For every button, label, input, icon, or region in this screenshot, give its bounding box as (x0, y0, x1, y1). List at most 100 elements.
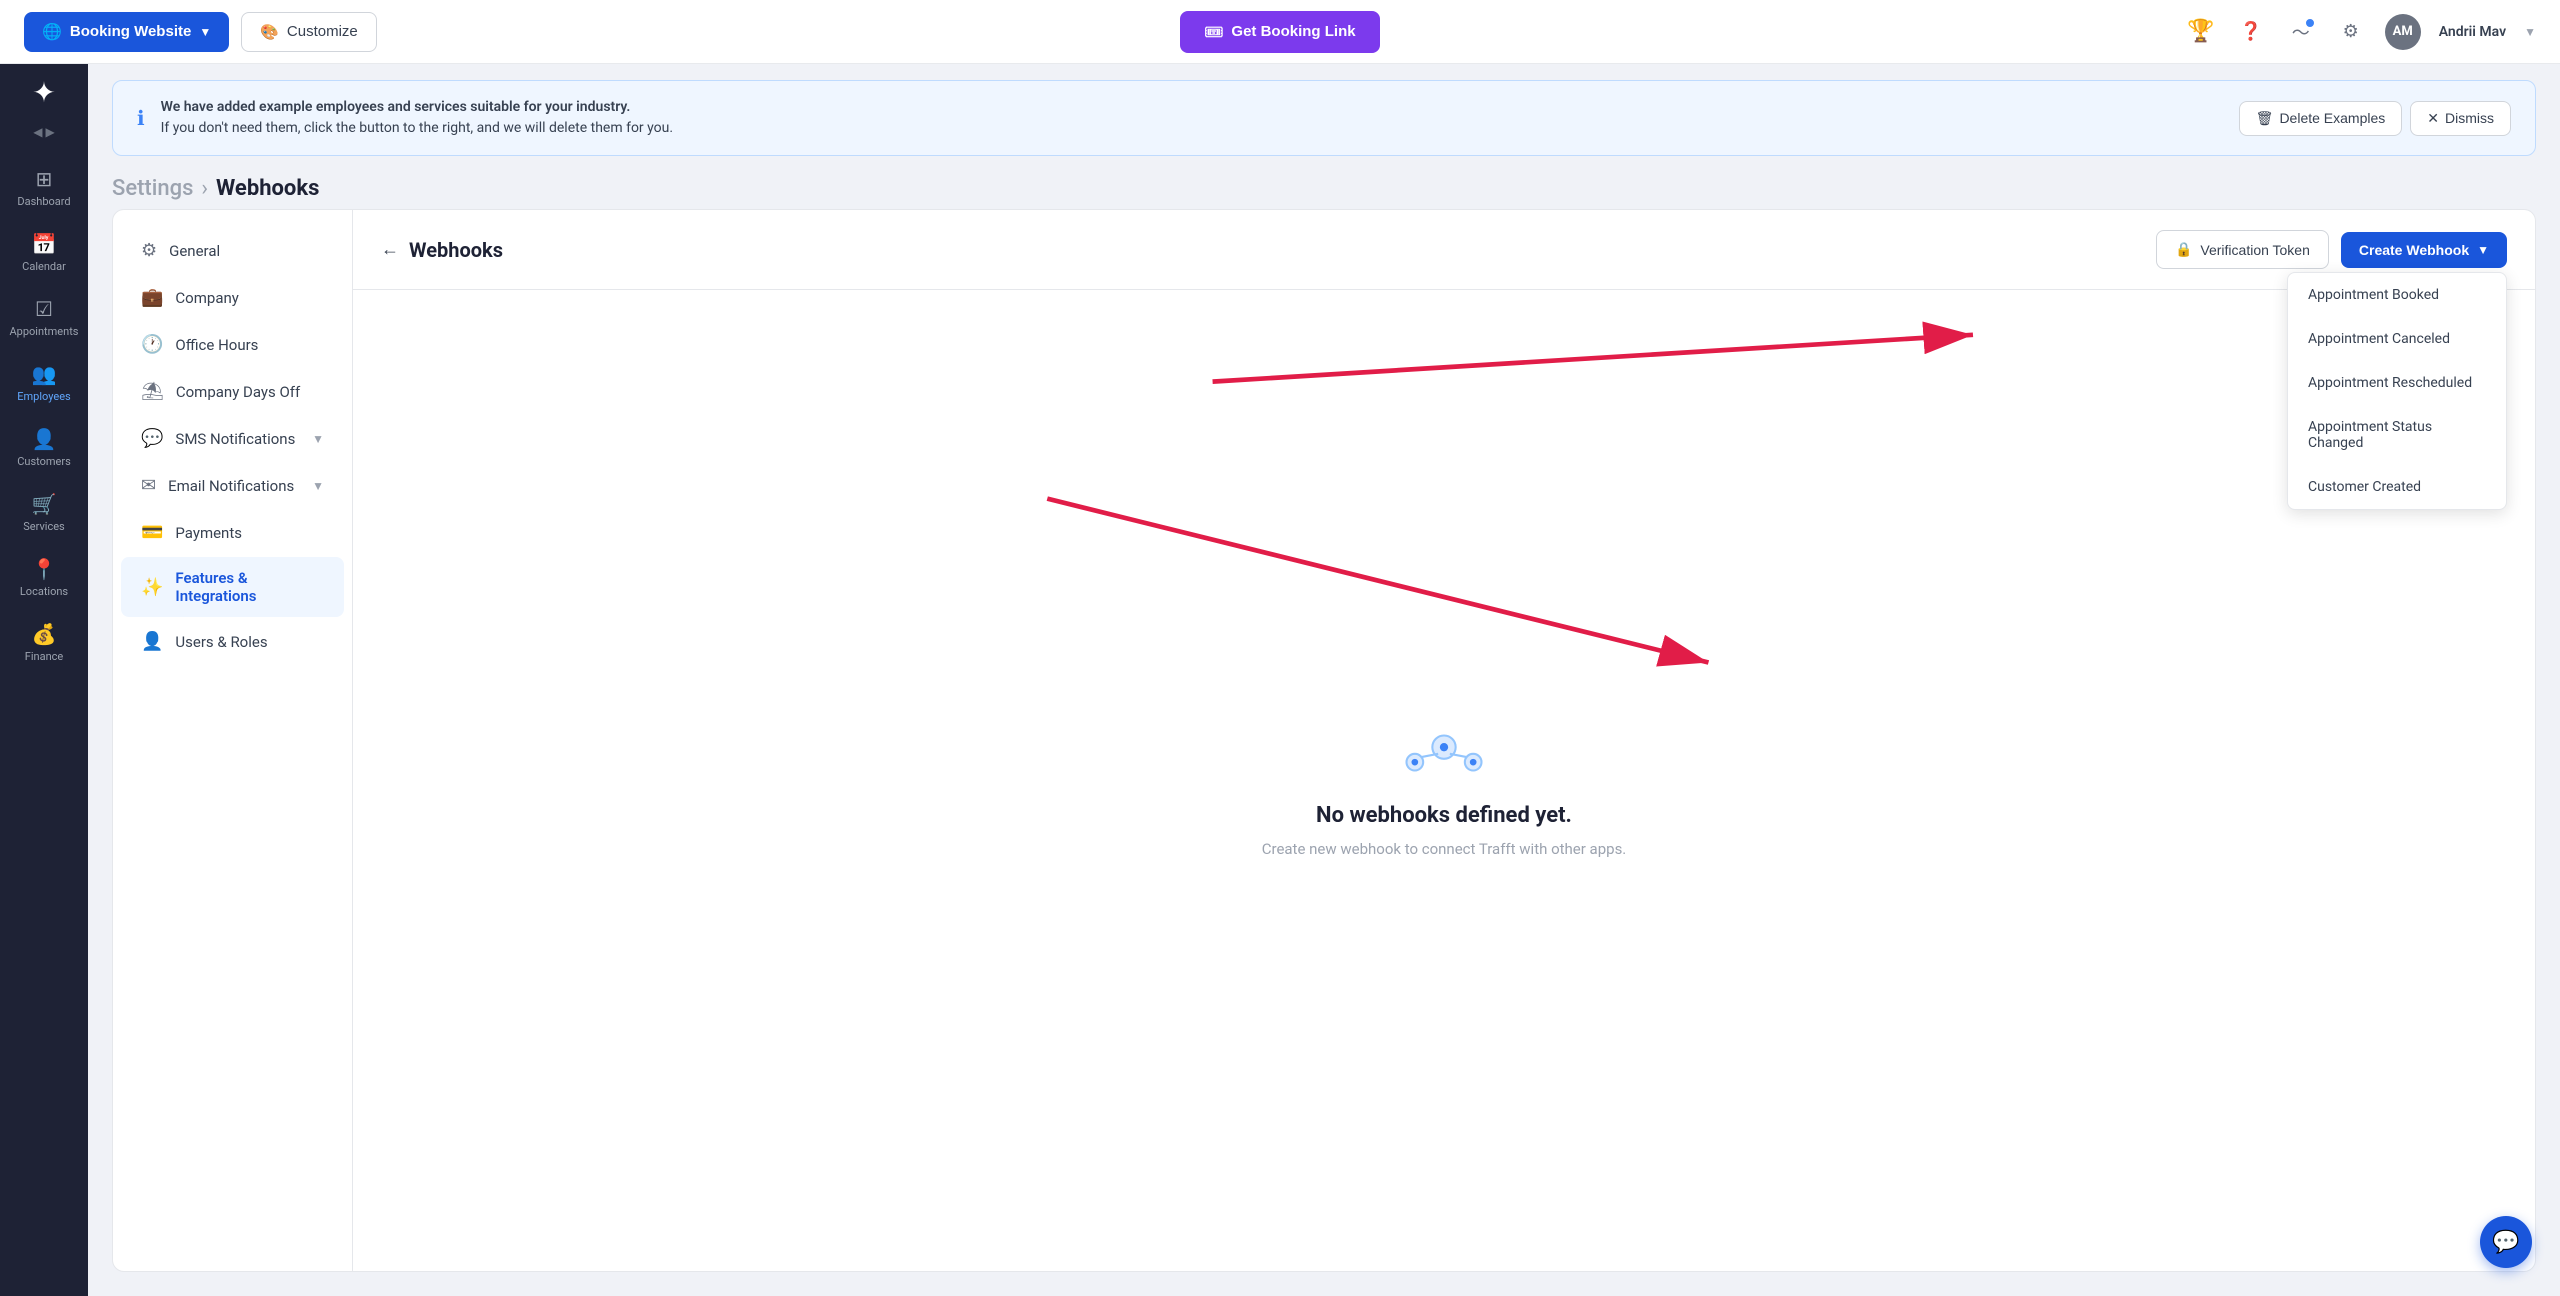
delete-examples-button[interactable]: 🗑 Delete Examples (2239, 101, 2403, 136)
dropdown-item-booked[interactable]: Appointment Booked (2288, 273, 2506, 317)
sidebar-item-dashboard[interactable]: ⊞ Dashboard (0, 155, 88, 220)
settings-nav-sms[interactable]: 💬 SMS Notifications ▼ (121, 416, 344, 461)
webhooks-title: ← Webhooks (381, 238, 503, 262)
email-icon: ✉ (141, 475, 156, 496)
sidebar-item-appointments[interactable]: ☑ Appointments (0, 285, 88, 350)
lock-icon: 🔒 (2175, 241, 2192, 258)
chevron-down-icon: ▼ (199, 25, 211, 39)
sidebar-item-calendar[interactable]: 📅 Calendar (0, 220, 88, 285)
sidebar-item-label: Finance (25, 650, 63, 663)
sidebar-item-label: Locations (20, 585, 68, 598)
settings-nav-company-days-off[interactable]: ⛱ Company Days Off (121, 369, 344, 414)
locations-icon: 📍 (32, 557, 57, 581)
settings-content: ← Webhooks 🔒 Verification Token Create W… (353, 210, 2535, 1271)
features-icon: ✨ (141, 577, 163, 598)
booking-website-button[interactable]: 🌐 Booking Website ▼ (24, 12, 229, 52)
info-line2: If you don't need them, click the button… (161, 120, 673, 136)
trash-icon: 🗑 (2256, 110, 2274, 127)
x-icon: ✕ (2427, 110, 2439, 127)
verification-token-button[interactable]: 🔒 Verification Token (2156, 230, 2329, 269)
finance-icon: 💰 (32, 622, 57, 646)
company-days-off-label: Company Days Off (176, 383, 300, 401)
rescheduled-label: Appointment Rescheduled (2308, 375, 2472, 391)
users-label: Users & Roles (175, 633, 267, 651)
company-label: Company (175, 289, 238, 307)
appointments-icon: ☑ (35, 297, 53, 321)
create-webhook-dropdown: Appointment Booked Appointment Canceled … (2287, 272, 2507, 510)
user-chevron-icon: ▼ (2524, 25, 2536, 39)
dismiss-button[interactable]: ✕ Dismiss (2410, 101, 2511, 136)
dropdown-item-customer-created[interactable]: Customer Created (2288, 465, 2506, 509)
create-webhook-container: Create Webhook ▼ Appointment Booked Appo… (2341, 232, 2507, 268)
back-button[interactable]: ← (381, 239, 399, 260)
dropdown-item-status-changed[interactable]: Appointment Status Changed (2288, 405, 2506, 465)
breadcrumb-current: Webhooks (216, 176, 319, 201)
settings-nav-general[interactable]: ⚙ General (121, 228, 344, 273)
customize-icon: 🎨 (260, 23, 279, 41)
status-changed-label: Appointment Status Changed (2308, 419, 2432, 451)
settings-nav-payments[interactable]: 💳 Payments (121, 510, 344, 555)
breadcrumb: Settings › Webhooks (88, 156, 2560, 209)
sidebar: ✦ ◀ ▶ ⊞ Dashboard 📅 Calendar ☑ Appointme… (0, 64, 88, 1296)
topnav-center: 🎟 Get Booking Link (865, 11, 1694, 53)
empty-state: No webhooks defined yet. Create new webh… (353, 290, 2535, 1271)
chat-button[interactable]: 💬 (2480, 1216, 2532, 1268)
create-webhook-label: Create Webhook (2359, 242, 2469, 258)
get-booking-link-button[interactable]: 🎟 Get Booking Link (1180, 11, 1379, 53)
sidebar-item-services[interactable]: 🛒 Services (0, 480, 88, 545)
email-label: Email Notifications (168, 477, 294, 495)
sidebar-arrows[interactable]: ◀ ▶ (33, 125, 54, 139)
webhooks-header: ← Webhooks 🔒 Verification Token Create W… (353, 210, 2535, 290)
sidebar-item-label: Services (23, 520, 64, 533)
get-booking-link-label: Get Booking Link (1231, 23, 1355, 40)
create-webhook-button[interactable]: Create Webhook ▼ (2341, 232, 2507, 268)
activity-icon[interactable]: 〜 (2285, 16, 2317, 48)
sidebar-item-finance[interactable]: 💰 Finance (0, 610, 88, 675)
webhooks-actions: 🔒 Verification Token Create Webhook ▼ (2156, 230, 2507, 269)
breadcrumb-settings[interactable]: Settings (112, 176, 193, 201)
avatar: AM (2385, 14, 2421, 50)
settings-nav-office-hours[interactable]: 🕐 Office Hours (121, 322, 344, 367)
sidebar-item-employees[interactable]: 👥 Employees (0, 350, 88, 415)
trophy-icon[interactable]: 🏆 (2185, 16, 2217, 48)
settings-nav-email[interactable]: ✉ Email Notifications ▼ (121, 463, 344, 508)
dropdown-item-canceled[interactable]: Appointment Canceled (2288, 317, 2506, 361)
main-layout: ✦ ◀ ▶ ⊞ Dashboard 📅 Calendar ☑ Appointme… (0, 64, 2560, 1296)
sidebar-item-label: Customers (17, 455, 71, 468)
office-hours-label: Office Hours (175, 336, 258, 354)
sidebar-logo: ✦ (32, 76, 55, 109)
empty-state-subtitle: Create new webhook to connect Trafft wit… (1262, 840, 1627, 858)
sidebar-item-label: Employees (17, 390, 70, 403)
sidebar-item-customers[interactable]: 👤 Customers (0, 415, 88, 480)
settings-icon[interactable]: ⚙ (2335, 16, 2367, 48)
dropdown-item-rescheduled[interactable]: Appointment Rescheduled (2288, 361, 2506, 405)
customize-button[interactable]: 🎨 Customize (241, 12, 377, 52)
canceled-label: Appointment Canceled (2308, 331, 2450, 347)
empty-state-title: No webhooks defined yet. (1316, 803, 1572, 828)
customize-label: Customize (287, 23, 358, 40)
breadcrumb-separator: › (201, 176, 208, 201)
clock-icon: 🕐 (141, 334, 163, 355)
ticket-icon: 🎟 (1204, 23, 1223, 41)
sidebar-item-locations[interactable]: 📍 Locations (0, 545, 88, 610)
email-chevron-icon: ▼ (312, 479, 324, 493)
settings-nav-company[interactable]: 💼 Company (121, 275, 344, 320)
services-icon: 🛒 (32, 492, 57, 516)
topnav-right: 🏆 ❓ 〜 ⚙ AM Andrii Mav ▼ (1707, 14, 2536, 50)
payment-icon: 💳 (141, 522, 163, 543)
delete-examples-label: Delete Examples (2279, 110, 2385, 126)
sms-label: SMS Notifications (175, 430, 295, 448)
info-line1: We have added example employees and serv… (161, 99, 631, 115)
chat-icon: 💬 (2492, 1230, 2519, 1255)
settings-nav-users[interactable]: 👤 Users & Roles (121, 619, 344, 664)
customer-created-label: Customer Created (2308, 479, 2421, 495)
company-icon: 💼 (141, 287, 163, 308)
info-banner-actions: 🗑 Delete Examples ✕ Dismiss (2239, 101, 2511, 136)
payments-label: Payments (175, 524, 242, 542)
booking-website-label: Booking Website (70, 23, 191, 40)
info-banner: ℹ We have added example employees and se… (112, 80, 2536, 156)
help-icon[interactable]: ❓ (2235, 16, 2267, 48)
settings-nav-features[interactable]: ✨ Features & Integrations (121, 557, 344, 617)
info-banner-text: We have added example employees and serv… (161, 97, 2223, 139)
settings-sidebar: ⚙ General 💼 Company 🕐 Office Hours ⛱ Com… (113, 210, 353, 1271)
